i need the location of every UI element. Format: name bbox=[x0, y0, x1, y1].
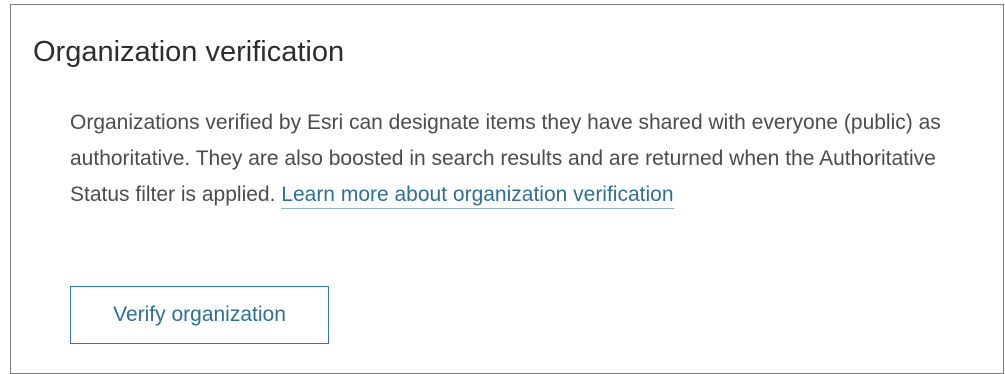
organization-verification-panel: Organization verification Organizations … bbox=[10, 4, 1004, 374]
section-title: Organization verification bbox=[33, 36, 345, 68]
verify-organization-button[interactable]: Verify organization bbox=[70, 286, 329, 344]
learn-more-link[interactable]: Learn more about organization verificati… bbox=[281, 183, 674, 209]
section-description: Organizations verified by Esri can desig… bbox=[70, 105, 980, 213]
